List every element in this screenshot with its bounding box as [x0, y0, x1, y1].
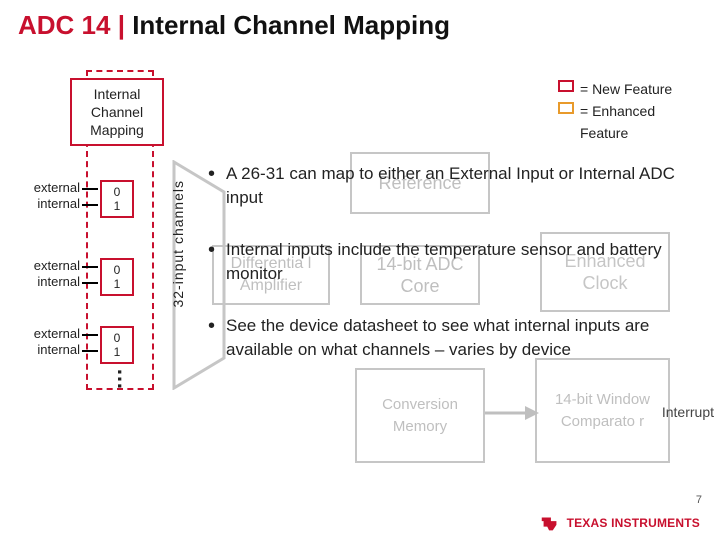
bullet-list: A 26-31 can map to either an External In… — [208, 162, 678, 390]
int-label-3: internal — [8, 342, 80, 358]
mux3-1: 1 — [114, 345, 121, 359]
mux-box-3: 0 1 — [100, 326, 134, 364]
ellipsis-dots: … — [112, 368, 138, 392]
page-number: 7 — [696, 494, 702, 506]
mux2-1: 1 — [114, 277, 121, 291]
int-label-1: internal — [8, 196, 80, 212]
mux3-0: 0 — [114, 331, 121, 345]
title-main: Internal Channel Mapping — [132, 10, 450, 40]
legend-enhanced-label: = Enhanced Feature — [580, 100, 690, 144]
io-labels-3: external internal — [8, 326, 80, 358]
ext-label-1: external — [8, 180, 80, 196]
mux1-0: 0 — [114, 185, 121, 199]
bullet-3: See the device datasheet to see what int… — [208, 314, 678, 362]
legend-new: = New Feature — [558, 78, 690, 100]
mux2-0: 0 — [114, 263, 121, 277]
ti-logo-text: TEXAS INSTRUMENTS — [567, 516, 700, 530]
ti-logo: TEXAS INSTRUMENTS — [539, 512, 700, 534]
bg-comparator-label: 14-bit Window Comparato r — [537, 389, 668, 433]
bullet-1: A 26-31 can map to either an External In… — [208, 162, 678, 210]
ti-chip-icon — [539, 512, 561, 534]
bullet-2: Internal inputs include the temperature … — [208, 238, 678, 286]
internal-channel-mapping-box: Internal Channel Mapping — [70, 78, 164, 146]
int-label-2: internal — [8, 274, 80, 290]
mux1-1: 1 — [114, 199, 121, 213]
io-labels-1: external internal — [8, 180, 80, 212]
legend-enhanced: = Enhanced Feature — [558, 100, 690, 144]
ext-label-2: external — [8, 258, 80, 274]
swatch-red — [558, 80, 574, 92]
bg-memory-label: Conversion Memory — [357, 394, 483, 438]
slide: { "title": { "prefix": "ADC 14 | ", "mai… — [0, 0, 720, 540]
ext-label-3: external — [8, 326, 80, 342]
icm-box-label: Internal Channel Mapping — [76, 85, 158, 139]
mux-box-2: 0 1 — [100, 258, 134, 296]
mux-box-1: 0 1 — [100, 180, 134, 218]
vertical-channel-label: 32-input channels — [170, 180, 186, 308]
swatch-orange — [558, 102, 574, 114]
title-prefix: ADC 14 | — [18, 10, 132, 40]
interrupt-label: Interrupt — [662, 404, 714, 420]
bg-arrow-mem-to-comp — [485, 398, 540, 428]
legend-new-label: = New Feature — [580, 78, 672, 100]
slide-title: ADC 14 | Internal Channel Mapping — [18, 10, 450, 41]
io-labels-2: external internal — [8, 258, 80, 290]
legend: = New Feature = Enhanced Feature — [558, 78, 690, 144]
